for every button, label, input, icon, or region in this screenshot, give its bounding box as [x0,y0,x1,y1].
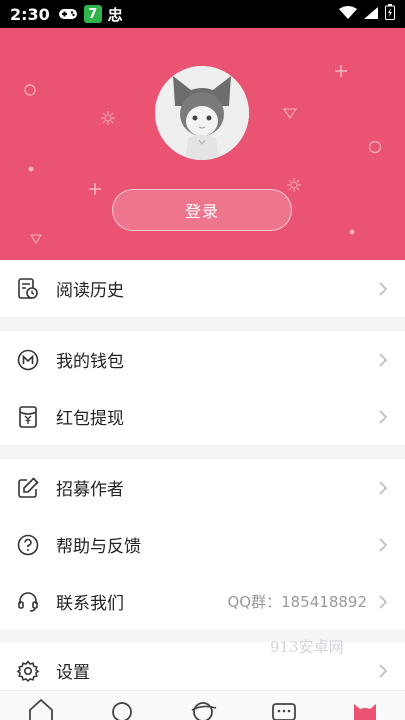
menu-item-reading-history[interactable]: 阅读历史 [0,260,405,317]
signal-icon [363,5,379,24]
triangle-decoration-icon [283,108,297,122]
sparkle-decoration-icon [287,178,301,195]
menu-label: 帮助与反馈 [56,537,141,557]
qq-group-text: QQ群：185418892 [227,593,367,611]
menu-label: 设置 [56,663,90,683]
edit-icon [16,476,40,500]
red-packet-icon [16,405,40,429]
discover-icon[interactable] [189,690,217,720]
message-icon[interactable] [270,690,298,720]
chevron-right-icon [377,281,389,297]
notification-glyph: 忠 [107,5,123,24]
menu-label: 红包提现 [56,409,124,429]
circle-decoration-icon [368,140,382,157]
dot-decoration-icon [28,161,34,175]
chevron-right-icon [377,537,389,553]
wallet-icon [16,348,40,372]
triangle-decoration-icon [30,233,42,247]
login-button[interactable]: 登录 [112,189,292,231]
battery-icon [385,4,395,24]
menu-item-contact-us[interactable]: 联系我们 QQ群：185418892 [0,573,405,630]
chevron-right-icon [377,352,389,368]
wifi-icon [339,5,357,24]
chevron-right-icon [377,663,389,679]
avatar[interactable] [155,66,249,160]
app-badge-icon: 7 [83,5,102,23]
bottom-nav [0,690,405,720]
help-icon [16,533,40,557]
plus-decoration-icon [88,182,102,199]
menu-label: 我的钱包 [56,352,124,372]
watermark-text: 913安卓网 [270,638,344,656]
chevron-right-icon [377,480,389,496]
chevron-right-icon [377,409,389,425]
status-time: 2:30 [10,4,50,24]
chevron-right-icon [377,594,389,610]
history-icon [16,277,40,301]
sparkle-decoration-icon [101,111,115,128]
menu-group-support: 招募作者 帮助与反馈 联系我们 QQ群：185418892 [0,459,405,630]
profile-header: 登录 [0,28,405,260]
menu-item-help-feedback[interactable]: 帮助与反馈 [0,516,405,573]
menu-label: 阅读历史 [56,281,124,301]
menu-item-recruit-author[interactable]: 招募作者 [0,459,405,516]
status-bar: 2:30 7 忠 [0,0,405,28]
menu-group-history: 阅读历史 [0,260,405,317]
menu-label: 联系我们 [56,594,124,614]
search-icon[interactable] [108,690,136,720]
menu-label: 招募作者 [56,480,124,500]
circle-decoration-icon [24,84,36,99]
profile-icon[interactable] [351,690,379,720]
menu-item-red-packet[interactable]: 红包提现 [0,388,405,445]
menu-group-wallet: 我的钱包 红包提现 [0,331,405,445]
menu-item-wallet[interactable]: 我的钱包 [0,331,405,388]
dot-decoration-icon [349,224,355,238]
headset-icon [16,590,40,614]
plus-decoration-icon [334,64,348,81]
gamepad-icon [58,7,78,21]
gear-icon [16,659,40,683]
home-icon[interactable] [27,690,55,720]
